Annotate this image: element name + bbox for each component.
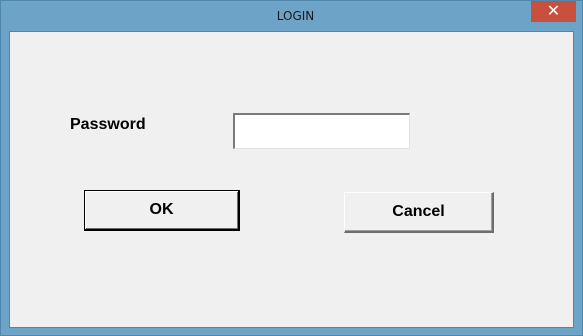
- password-input[interactable]: [233, 113, 410, 149]
- title-bar[interactable]: LOGIN ✕: [1, 1, 582, 31]
- dialog-body: Password OK Cancel: [9, 31, 574, 328]
- login-dialog-window: LOGIN ✕ Password OK Cancel: [0, 0, 583, 336]
- password-label: Password: [70, 116, 146, 133]
- window-title: LOGIN: [276, 9, 315, 23]
- close-button[interactable]: ✕: [531, 1, 576, 22]
- ok-button[interactable]: OK: [84, 190, 240, 231]
- cancel-button[interactable]: Cancel: [344, 192, 494, 233]
- close-icon: ✕: [546, 1, 561, 20]
